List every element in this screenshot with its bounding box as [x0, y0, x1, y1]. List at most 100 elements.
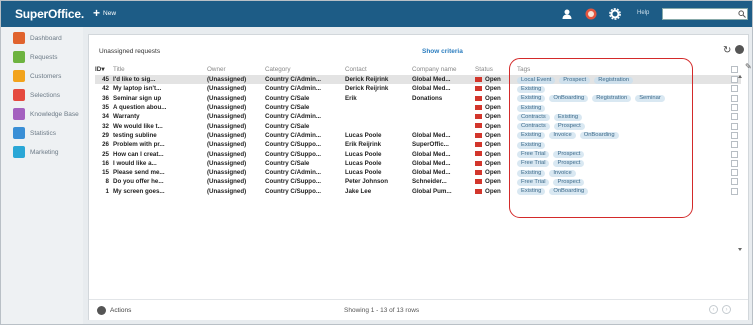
requests-icon — [13, 51, 25, 63]
row-company[interactable]: Global Med... — [412, 168, 475, 177]
refresh-icon[interactable]: ↻ — [723, 45, 731, 56]
row-company[interactable]: Donations — [412, 94, 475, 103]
sidebar-item-marketing[interactable]: Marketing — [13, 145, 59, 159]
search-icon — [738, 10, 746, 18]
row-category: Country C/Suppo... — [265, 187, 322, 195]
status-label: Open — [485, 150, 501, 158]
sidebar-item-requests[interactable]: Requests — [13, 50, 57, 64]
gear-icon[interactable] — [609, 8, 621, 20]
user-avatar-icon[interactable] — [585, 8, 597, 20]
row-title[interactable]: How can I creat... — [113, 149, 207, 158]
actions-icon — [97, 306, 106, 315]
status-flag-icon — [475, 114, 482, 120]
column-header-owner[interactable]: Owner — [207, 64, 265, 75]
sidebar-item-label: Knowledge Base — [30, 110, 79, 118]
sidebar-item-knowledge-base[interactable]: Knowledge Base — [13, 107, 79, 121]
row-count: Showing 1 - 13 of 13 rows — [344, 307, 420, 314]
actions-button[interactable]: Actions — [97, 306, 131, 315]
search-input[interactable] — [662, 8, 748, 20]
person-icon[interactable] — [561, 8, 573, 20]
row-company[interactable] — [412, 103, 475, 112]
row-title[interactable]: My screen goes... — [113, 187, 207, 196]
row-owner: (Unassigned) — [207, 150, 247, 158]
row-title[interactable]: Please send me... — [113, 168, 207, 177]
row-category: Country C/Admin... — [265, 85, 322, 93]
previous-page-icon[interactable]: ‹ — [709, 305, 718, 314]
row-contact[interactable] — [345, 121, 412, 130]
row-category: Country C/Admin... — [265, 113, 322, 121]
row-contact[interactable]: Erik — [345, 94, 412, 103]
row-title[interactable]: testing subline — [113, 131, 207, 140]
row-contact[interactable]: Lucas Poole — [345, 149, 412, 158]
status-label: Open — [485, 131, 501, 139]
table-footer: Actions Showing 1 - 13 of 13 rows ‹ › — [89, 299, 748, 320]
status-label: Open — [485, 104, 501, 112]
row-owner: (Unassigned) — [207, 122, 247, 130]
row-title[interactable]: I'd like to sig... — [113, 75, 207, 85]
row-contact[interactable]: Erik Reijrink — [345, 140, 412, 149]
row-owner: (Unassigned) — [207, 104, 247, 112]
show-criteria-link[interactable]: Show criteria — [422, 48, 463, 55]
row-category: Country C/Suppo... — [265, 141, 322, 149]
dashboard-icon — [13, 32, 25, 44]
row-company[interactable] — [412, 112, 475, 121]
column-header-contact[interactable]: Contact — [345, 64, 412, 75]
column-header-title[interactable]: Title — [113, 64, 207, 75]
row-contact[interactable]: Lucas Poole — [345, 131, 412, 140]
row-company[interactable]: Global Med... — [412, 149, 475, 158]
row-owner: (Unassigned) — [207, 75, 265, 85]
row-owner: (Unassigned) — [207, 187, 247, 195]
next-page-icon[interactable]: › — [722, 305, 731, 314]
status-flag-icon — [475, 123, 482, 129]
row-title[interactable]: My laptop isn't... — [113, 84, 207, 93]
row-company[interactable] — [412, 121, 475, 130]
row-title[interactable]: Warranty — [113, 112, 207, 121]
list-options-icon[interactable] — [735, 45, 744, 54]
row-company[interactable]: SuperOffic... — [412, 140, 475, 149]
status-label: Open — [485, 122, 501, 130]
panel-title: Unassigned requests — [99, 48, 161, 55]
sidebar-item-customers[interactable]: Customers — [13, 69, 61, 83]
column-header-category[interactable]: Category — [265, 64, 345, 75]
row-company[interactable]: Global Med... — [412, 75, 475, 85]
row-contact[interactable]: Lucas Poole — [345, 168, 412, 177]
superoffice-logo[interactable]: SuperOffice. — [15, 7, 84, 21]
row-title[interactable]: I would like a... — [113, 159, 207, 168]
row-contact[interactable] — [345, 112, 412, 121]
row-contact[interactable] — [345, 103, 412, 112]
row-id: 35 — [102, 104, 109, 112]
column-header-company-name[interactable]: Company name — [412, 64, 475, 75]
row-contact[interactable]: Peter Johnson — [345, 177, 412, 186]
row-contact[interactable]: Derick Reijrink — [345, 84, 412, 93]
status-label: Open — [485, 187, 501, 195]
row-title[interactable]: Seminar sign up — [113, 94, 207, 103]
row-title[interactable]: Do you offer he... — [113, 177, 207, 186]
row-title[interactable]: A question abou... — [113, 103, 207, 112]
select-all-checkbox[interactable] — [731, 66, 738, 73]
row-company[interactable]: Global Med... — [412, 131, 475, 140]
new-button[interactable]: + New — [93, 7, 116, 19]
status-label: Open — [485, 141, 501, 149]
row-id: 1 — [105, 187, 109, 195]
marketing-icon — [13, 146, 25, 158]
row-contact[interactable]: Jake Lee — [345, 187, 412, 196]
row-company[interactable]: Global Med... — [412, 159, 475, 168]
help-link[interactable]: Help — [637, 10, 649, 16]
status-flag-icon — [475, 151, 482, 157]
column-header-id[interactable]: ID▾ — [95, 64, 113, 75]
scrollbar[interactable] — [737, 74, 743, 252]
row-contact[interactable]: Derick Reijrink — [345, 75, 412, 85]
row-category: Country C/Sale — [265, 94, 310, 102]
row-company[interactable]: Schneider... — [412, 177, 475, 186]
sidebar-item-dashboard[interactable]: Dashboard — [13, 31, 62, 45]
row-id: 26 — [102, 141, 109, 149]
sidebar-item-statistics[interactable]: Statistics — [13, 126, 56, 140]
sidebar-item-selections[interactable]: Selections — [13, 88, 60, 102]
row-category: Country C/Sale — [265, 159, 310, 167]
row-company[interactable]: Global Pum... — [412, 187, 475, 196]
row-contact[interactable]: Lucas Poole — [345, 159, 412, 168]
row-company[interactable]: Global Med... — [412, 84, 475, 93]
wrench-icon[interactable]: ✎ — [745, 62, 752, 71]
row-title[interactable]: Problem with pr... — [113, 140, 207, 149]
row-title[interactable]: We would like t... — [113, 121, 207, 130]
